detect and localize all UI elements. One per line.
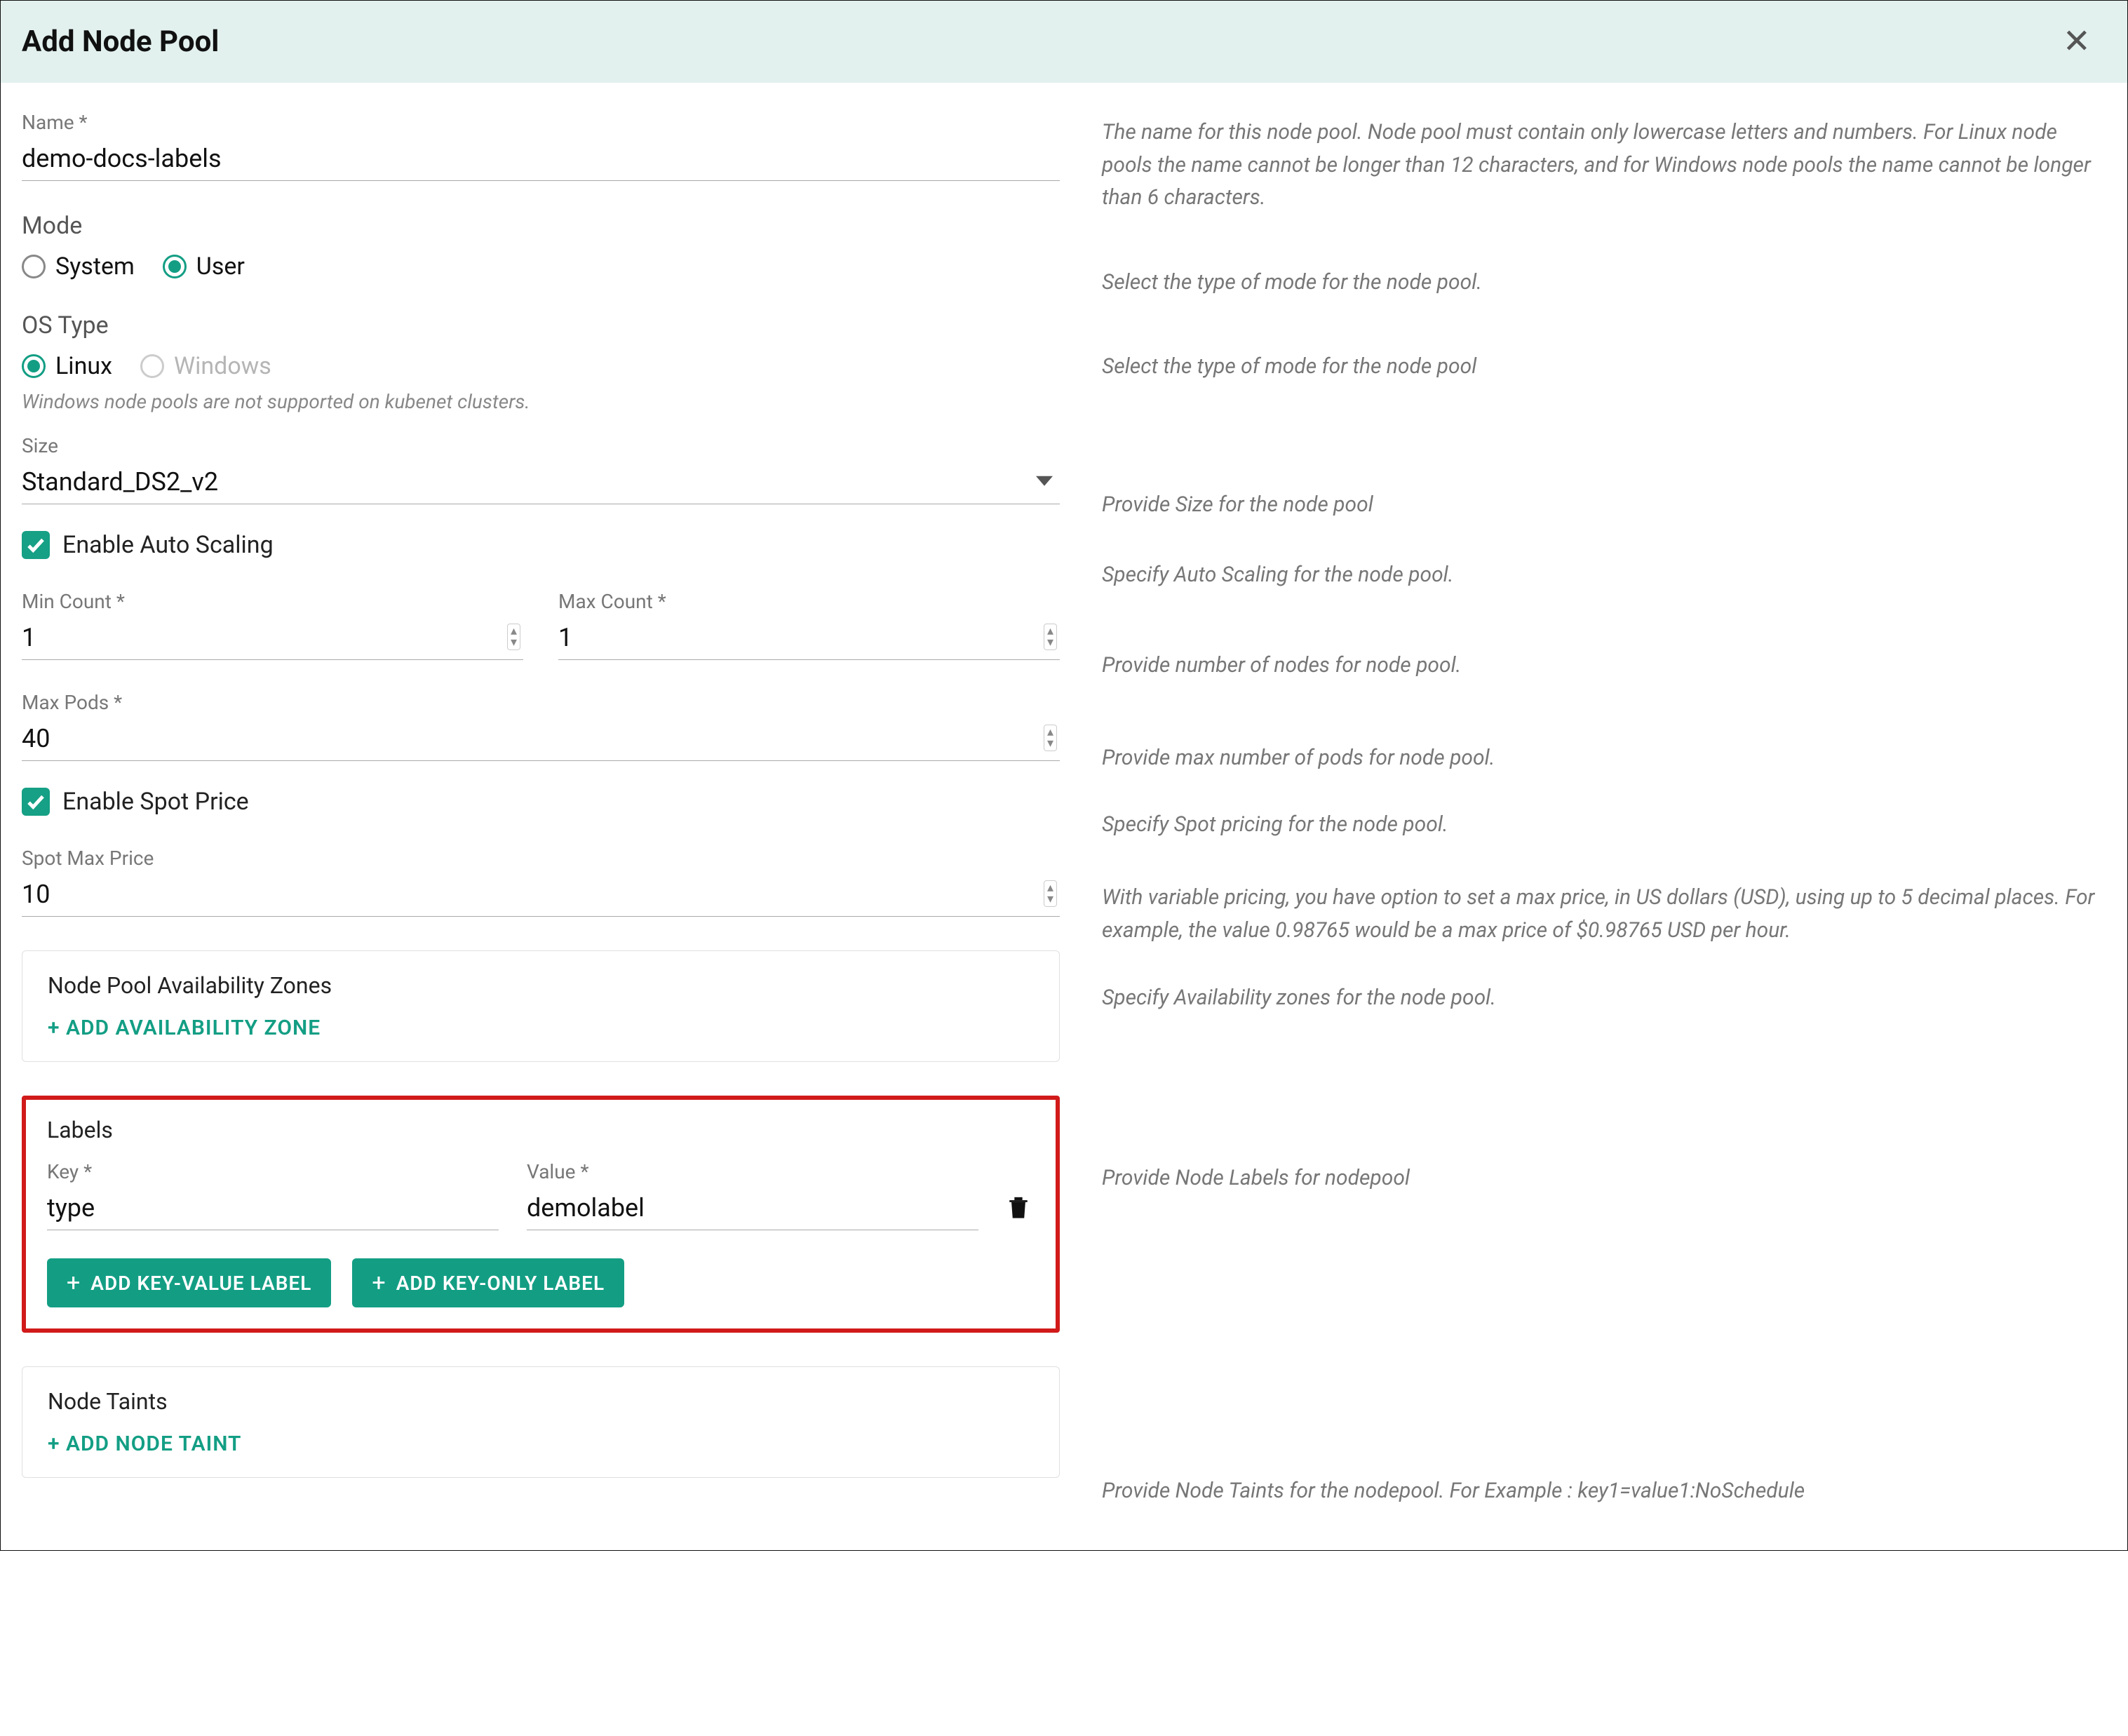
autoscale-checkbox[interactable] [22, 531, 50, 559]
delete-label-button[interactable] [1006, 1194, 1035, 1230]
spot-max-help: With variable pricing, you have option t… [1102, 882, 2106, 947]
check-icon [25, 791, 46, 812]
size-help: Provide Size for the node pool [1102, 489, 2106, 522]
plus-icon: + [67, 1271, 81, 1295]
size-label: Size [22, 434, 1060, 457]
taints-help: Provide Node Taints for the nodepool. Fo… [1102, 1475, 2106, 1508]
trash-icon [1006, 1194, 1030, 1220]
os-help: Select the type of mode for the node poo… [1102, 351, 2106, 384]
os-note: Windows node pools are not supported on … [22, 390, 1060, 413]
add-node-pool-dialog: Add Node Pool ✕ Name * Mode System User [0, 0, 2128, 1551]
add-key-only-label-button[interactable]: + ADD KEY-ONLY LABEL [352, 1258, 624, 1307]
label-key-label: Key * [47, 1160, 499, 1183]
help-column: The name for this node pool. Node pool m… [1102, 111, 2106, 1508]
stepper-icon[interactable]: ▴▾ [507, 623, 520, 650]
max-count-input[interactable] [558, 619, 1060, 660]
mode-label: Mode [22, 212, 1060, 240]
min-count-input[interactable] [22, 619, 523, 660]
form-column: Name * Mode System User OS Type [22, 111, 1060, 1508]
button-label: ADD KEY-ONLY LABEL [396, 1272, 605, 1295]
name-input[interactable] [22, 140, 1060, 181]
spot-checkbox-row: Enable Spot Price [22, 788, 1060, 816]
label-value-label: Value * [527, 1160, 978, 1183]
spot-checkbox[interactable] [22, 788, 50, 816]
stepper-icon[interactable]: ▴▾ [1044, 623, 1057, 650]
max-pods-help: Provide max number of pods for node pool… [1102, 742, 2106, 775]
labels-panel: Labels Key * Value * [22, 1096, 1060, 1333]
labels-title: Labels [47, 1117, 1035, 1143]
dialog-title: Add Node Pool [22, 25, 219, 59]
os-radio-group: Linux Windows [22, 352, 1060, 380]
dialog-header: Add Node Pool ✕ [1, 1, 2127, 83]
chevron-down-icon [1036, 476, 1053, 485]
size-select[interactable] [22, 463, 1060, 504]
radio-label: System [55, 253, 135, 281]
radio-icon [163, 255, 187, 278]
mode-radio-group: System User [22, 253, 1060, 281]
os-linux-radio[interactable]: Linux [22, 352, 112, 380]
max-count-label: Max Count * [558, 590, 1060, 613]
label-row: Key * Value * [47, 1160, 1035, 1230]
stepper-icon[interactable]: ▴▾ [1044, 880, 1057, 906]
radio-icon [22, 354, 46, 378]
plus-icon: + [372, 1271, 386, 1295]
label-key-input[interactable] [47, 1189, 499, 1230]
spot-help: Specify Spot pricing for the node pool. [1102, 809, 2106, 842]
counts-help: Provide number of nodes for node pool. [1102, 650, 2106, 682]
availability-zones-panel: Node Pool Availability Zones + ADD AVAIL… [22, 950, 1060, 1062]
radio-icon [140, 354, 164, 378]
close-icon[interactable]: ✕ [2054, 22, 2099, 61]
name-label: Name * [22, 111, 1060, 134]
node-taints-panel: Node Taints + ADD NODE TAINT [22, 1366, 1060, 1478]
mode-system-radio[interactable]: System [22, 253, 135, 281]
add-node-taint-link[interactable]: + ADD NODE TAINT [48, 1432, 241, 1456]
taints-title: Node Taints [48, 1388, 1034, 1415]
spot-max-label: Spot Max Price [22, 847, 1060, 870]
name-help: The name for this node pool. Node pool m… [1102, 116, 2106, 215]
autoscale-help: Specify Auto Scaling for the node pool. [1102, 559, 2106, 592]
max-pods-input[interactable] [22, 720, 1060, 761]
mode-user-radio[interactable]: User [163, 253, 245, 281]
add-key-value-label-button[interactable]: + ADD KEY-VALUE LABEL [47, 1258, 331, 1307]
spot-label: Enable Spot Price [62, 788, 249, 816]
radio-icon [22, 255, 46, 278]
dialog-body: Name * Mode System User OS Type [1, 83, 2127, 1550]
radio-label: User [196, 253, 245, 281]
add-availability-zone-link[interactable]: + ADD AVAILABILITY ZONE [48, 1016, 321, 1040]
os-windows-radio[interactable]: Windows [140, 352, 271, 380]
autoscale-checkbox-row: Enable Auto Scaling [22, 531, 1060, 559]
os-label: OS Type [22, 311, 1060, 339]
zones-title: Node Pool Availability Zones [48, 972, 1034, 999]
radio-label: Windows [174, 352, 271, 380]
zones-help: Specify Availability zones for the node … [1102, 982, 2106, 1015]
autoscale-label: Enable Auto Scaling [62, 531, 274, 559]
min-count-label: Min Count * [22, 590, 523, 613]
radio-label: Linux [55, 352, 112, 380]
max-pods-label: Max Pods * [22, 691, 1060, 714]
stepper-icon[interactable]: ▴▾ [1044, 724, 1057, 751]
button-label: ADD KEY-VALUE LABEL [90, 1272, 311, 1295]
labels-help: Provide Node Labels for nodepool [1102, 1162, 2106, 1195]
label-value-input[interactable] [527, 1189, 978, 1230]
check-icon [25, 534, 46, 556]
spot-max-input[interactable] [22, 875, 1060, 917]
mode-help: Select the type of mode for the node poo… [1102, 267, 2106, 300]
